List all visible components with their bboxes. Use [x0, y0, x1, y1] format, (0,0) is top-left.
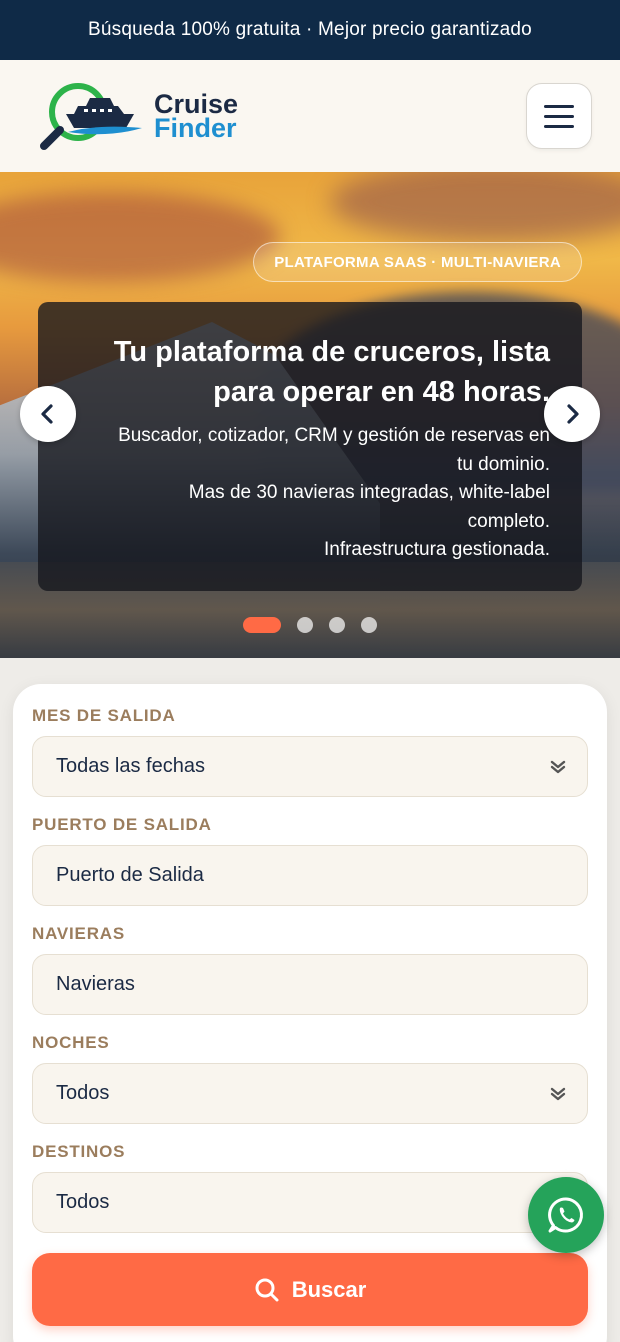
cruise-finder-logo-icon: [40, 83, 142, 150]
double-chevron-down-icon: [550, 1087, 566, 1100]
departure-port-field[interactable]: Puerto de Salida: [32, 845, 588, 906]
carousel-dot[interactable]: [297, 617, 313, 633]
hero-title-line: Tu plataforma de cruceros, lista: [113, 336, 550, 368]
hero-background-cloud: [330, 172, 620, 242]
nights-select[interactable]: Todos: [32, 1063, 588, 1124]
cruise-lines-value: Navieras: [56, 973, 135, 995]
carousel-prev-button[interactable]: [20, 386, 76, 442]
field-label-mes-de-salida: MES DE SALIDA: [32, 706, 176, 725]
departure-month-select[interactable]: Todas las fechas: [32, 736, 588, 797]
carousel-dot-active[interactable]: [243, 617, 281, 633]
double-chevron-down-icon: [550, 760, 566, 773]
field-label-puerto-de-salida: PUERTO DE SALIDA: [32, 815, 212, 834]
hero-title-line: para operar en 48 horas.: [213, 376, 550, 408]
search-icon: [255, 1278, 279, 1301]
hero-description: Buscador, cotizador, CRM y gestión de re…: [118, 425, 550, 560]
search-button[interactable]: Buscar: [32, 1253, 588, 1326]
field-label-noches: NOCHES: [32, 1033, 110, 1052]
hamburger-menu-button[interactable]: [526, 83, 592, 149]
carousel-pagination: [243, 617, 377, 633]
site-header: Cruise Finder: [0, 60, 620, 172]
search-button-label: Buscar: [291, 1276, 367, 1302]
carousel-dot[interactable]: [329, 617, 345, 633]
hero-carousel: PLATAFORMA SAAS · MULTI-NAVIERA Tu plata…: [0, 172, 620, 658]
carousel-dot[interactable]: [361, 617, 377, 633]
departure-port-value: Puerto de Salida: [56, 864, 204, 886]
chevron-right-icon: [567, 404, 579, 424]
hero-title: Tu plataforma de cruceros, lista para op…: [62, 332, 550, 412]
logo[interactable]: Cruise Finder: [38, 80, 238, 152]
cruise-search-form: MES DE SALIDA Todas las fechas PUERTO DE…: [13, 684, 607, 1342]
destinations-field[interactable]: Todos: [32, 1172, 588, 1233]
whatsapp-icon: [548, 1197, 583, 1233]
hero-background-cloud: [0, 192, 280, 282]
field-label-navieras: NAVIERAS: [32, 924, 125, 943]
cruise-lines-field[interactable]: Navieras: [32, 954, 588, 1015]
nights-value: Todos: [56, 1082, 110, 1104]
promo-text: Búsqueda 100% gratuita · Mejor precio ga…: [88, 19, 532, 40]
chevron-left-icon: [41, 404, 53, 424]
hero-badge: PLATAFORMA SAAS · MULTI-NAVIERA: [253, 242, 582, 282]
destinations-value: Todos: [56, 1191, 110, 1213]
whatsapp-chat-button[interactable]: [528, 1177, 604, 1253]
field-label-destinos: DESTINOS: [32, 1142, 126, 1161]
hero-text-panel: Tu plataforma de cruceros, lista para op…: [38, 302, 582, 591]
logo-text-finder: Finder: [154, 113, 237, 143]
departure-month-value: Todas las fechas: [56, 755, 205, 777]
carousel-next-button[interactable]: [544, 386, 600, 442]
hamburger-menu-icon: [544, 104, 574, 108]
promo-topbar: Búsqueda 100% gratuita · Mejor precio ga…: [0, 0, 620, 60]
